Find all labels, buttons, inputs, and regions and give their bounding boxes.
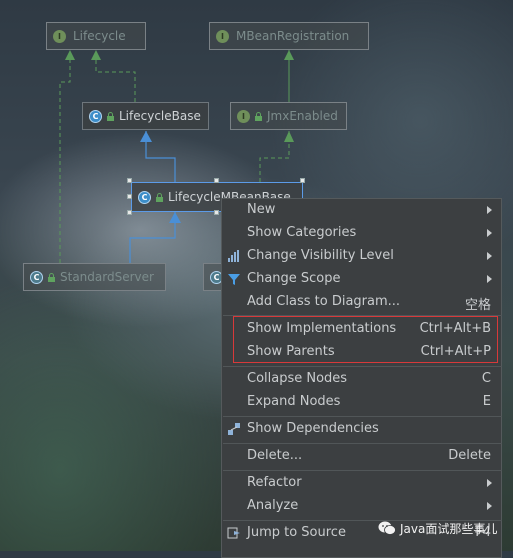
submenu-arrow-icon — [487, 275, 492, 283]
dependencies-icon — [227, 422, 241, 436]
menu-separator — [223, 416, 502, 417]
menu-item-collapse-nodes[interactable]: Collapse Nodes C — [222, 368, 501, 391]
selection-handle[interactable] — [127, 210, 132, 215]
edge-mbeanbase-jmx — [259, 131, 290, 182]
menu-item-refactor[interactable]: Refactor — [222, 472, 501, 495]
filter-icon — [227, 272, 241, 286]
menu-shortcut: 空格 — [464, 298, 491, 313]
menu-shortcut: E — [482, 394, 491, 409]
node-mbean-registration[interactable]: I MBeanRegistration — [209, 22, 369, 50]
menu-item-expand-nodes[interactable]: Expand Nodes E — [222, 391, 501, 414]
menu-shortcut: Delete — [448, 448, 491, 463]
submenu-arrow-icon — [487, 206, 492, 214]
selection-handle[interactable] — [214, 210, 219, 215]
class-icon: C — [89, 109, 102, 123]
menu-label: Analyze — [247, 498, 299, 513]
watermark-text: Java面试那些事儿 — [400, 521, 498, 536]
lock-icon — [254, 111, 263, 121]
highlight-box — [233, 316, 498, 363]
menu-label: Add Class to Diagram... — [247, 294, 401, 309]
edge-standardserver-lifecycle — [59, 50, 71, 263]
menu-label: Expand Nodes — [247, 394, 341, 409]
menu-separator — [223, 470, 502, 471]
menu-item-change-visibility[interactable]: Change Visibility Level — [222, 245, 501, 268]
menu-label: New — [247, 202, 276, 217]
class-icon: C — [138, 190, 151, 204]
menu-label: Change Scope — [247, 271, 341, 286]
submenu-arrow-icon — [487, 252, 492, 260]
selection-handle[interactable] — [127, 194, 132, 199]
edge-standardserver-mbeanbase — [129, 212, 176, 263]
edge-lifecyclebase-lifecycle — [95, 50, 136, 102]
node-label: LifecycleBase — [119, 109, 201, 123]
menu-label: Refactor — [247, 475, 302, 490]
menu-label: Collapse Nodes — [247, 371, 348, 386]
menu-label: Show Dependencies — [247, 421, 379, 436]
wechat-icon — [378, 520, 396, 536]
menu-label: Delete... — [247, 448, 303, 463]
node-label: Lifecycle — [73, 29, 126, 43]
arrow-mbean — [284, 50, 294, 60]
node-lifecycle[interactable]: I Lifecycle — [46, 22, 146, 50]
lock-icon — [155, 192, 164, 202]
menu-label: Change Visibility Level — [247, 248, 394, 263]
menu-item-show-dependencies[interactable]: Show Dependencies — [222, 418, 501, 441]
menu-item-analyze[interactable]: Analyze — [222, 495, 501, 518]
menu-shortcut: C — [481, 371, 491, 386]
submenu-arrow-icon — [487, 479, 492, 487]
menu-item-change-scope[interactable]: Change Scope — [222, 268, 501, 291]
selection-handle[interactable] — [214, 178, 219, 183]
menu-separator — [223, 366, 502, 367]
menu-item-add-class[interactable]: Add Class to Diagram... 空格 — [222, 291, 501, 314]
interface-icon: I — [216, 29, 229, 43]
class-icon: C — [30, 270, 43, 284]
submenu-arrow-icon — [487, 502, 492, 510]
node-jmx-enabled[interactable]: I JmxEnabled — [230, 102, 347, 130]
jump-icon — [227, 526, 241, 540]
interface-icon: I — [53, 29, 66, 43]
menu-label: Show Categories — [247, 225, 357, 240]
arrow-lifecyclebase — [140, 131, 152, 142]
watermark: Java面试那些事儿 — [378, 518, 497, 538]
node-label: JmxEnabled — [267, 109, 338, 123]
node-standard-server[interactable]: C StandardServer — [23, 263, 166, 291]
lock-icon — [47, 272, 56, 282]
menu-separator — [223, 443, 502, 444]
menu-item-delete[interactable]: Delete... Delete — [222, 445, 501, 468]
edge-mbeanbase-lifecyclebase — [145, 131, 176, 182]
node-lifecycle-base[interactable]: C LifecycleBase — [82, 102, 209, 130]
menu-item-new[interactable]: New — [222, 199, 501, 222]
node-label: MBeanRegistration — [236, 29, 350, 43]
arrow-lifecycle-2 — [65, 50, 75, 60]
context-menu: New Show Categories Change Visibility Le… — [221, 198, 502, 558]
selection-handle[interactable] — [300, 178, 305, 183]
arrow-lifecycle — [91, 50, 101, 60]
menu-label: Jump to Source — [247, 525, 346, 540]
visibility-icon — [227, 249, 241, 263]
node-label: StandardServer — [60, 270, 154, 284]
submenu-arrow-icon — [487, 229, 492, 237]
interface-icon: I — [237, 109, 250, 123]
lock-icon — [106, 111, 115, 121]
selection-handle[interactable] — [127, 178, 132, 183]
arrow-jmx — [284, 131, 294, 142]
arrow-mbeanbase — [169, 212, 181, 223]
menu-item-show-categories[interactable]: Show Categories — [222, 222, 501, 245]
